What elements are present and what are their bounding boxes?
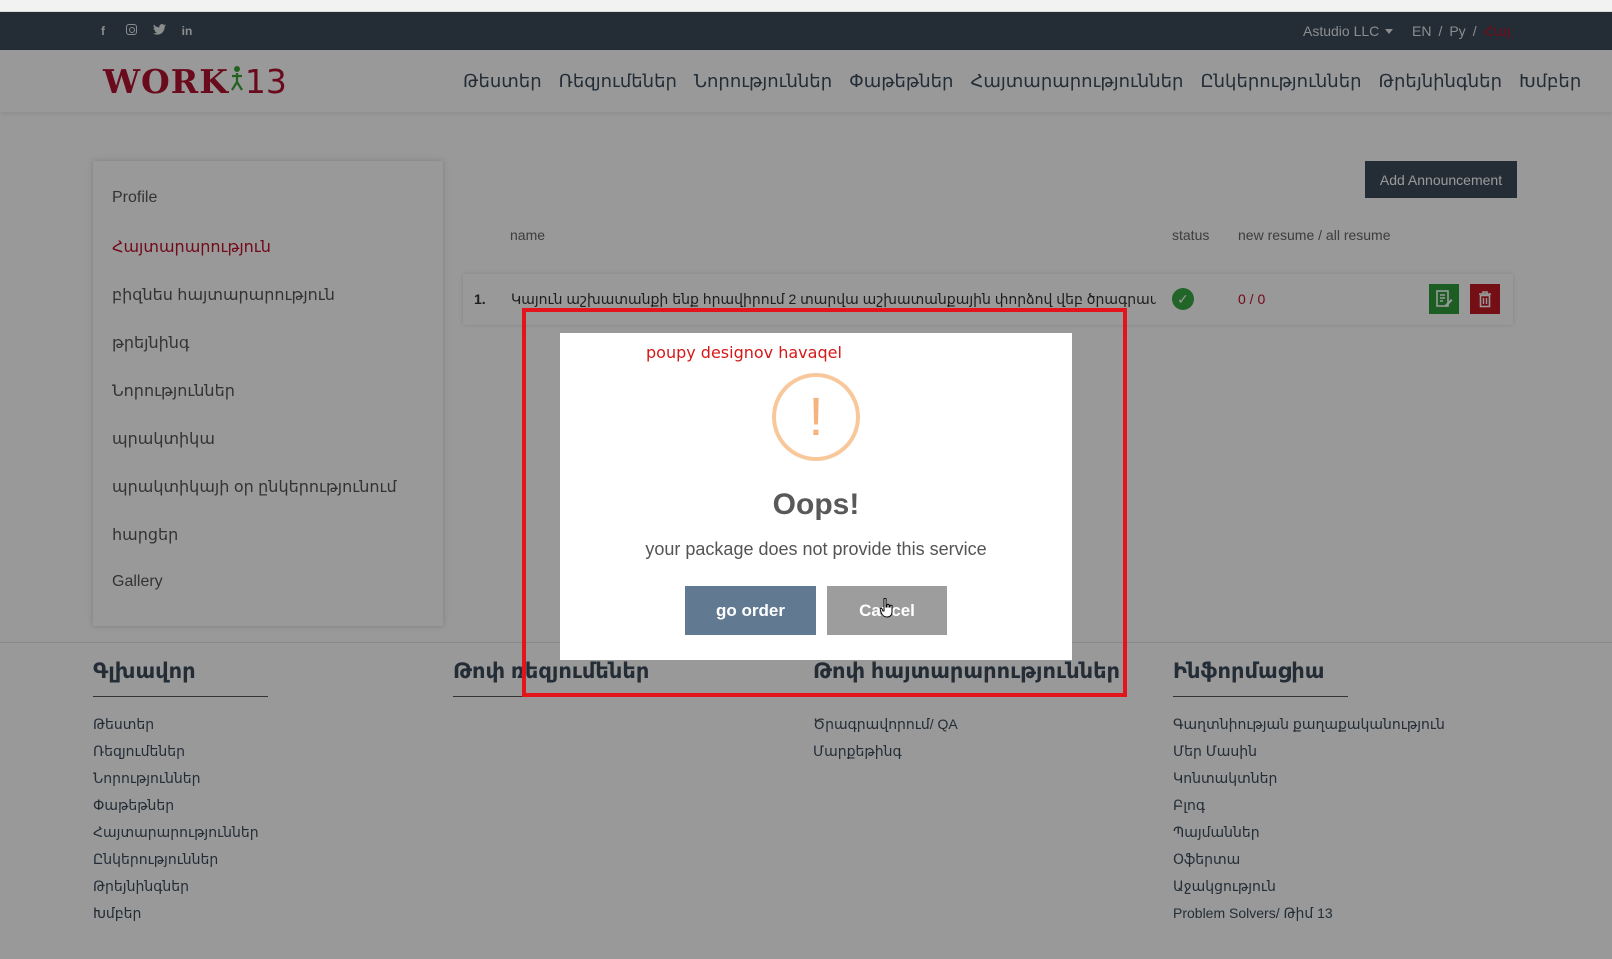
browser-strip <box>0 0 1612 12</box>
hand-cursor-icon <box>880 598 893 618</box>
annotation-box <box>522 308 1127 697</box>
